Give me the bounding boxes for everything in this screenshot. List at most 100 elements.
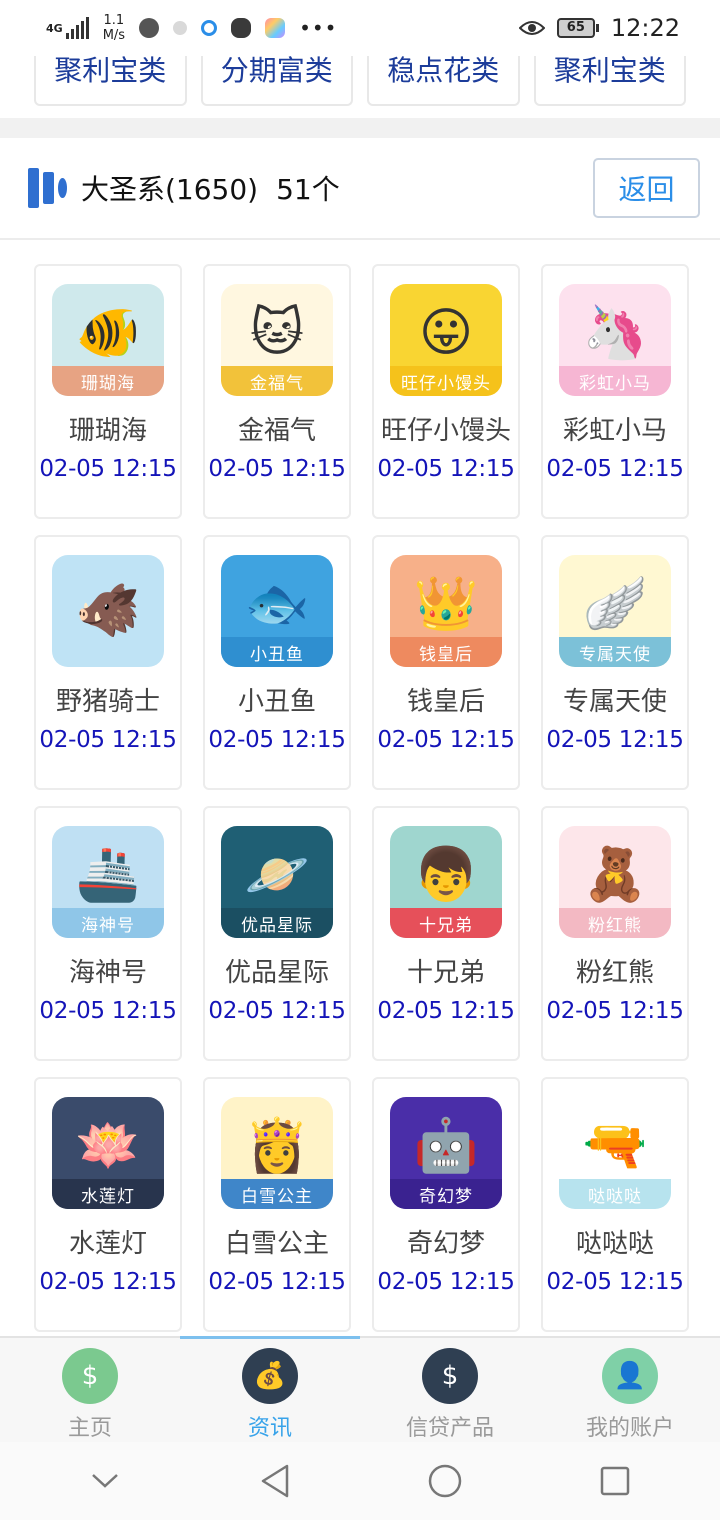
circle-home-icon xyxy=(428,1464,462,1498)
app-card[interactable]: 👸 白雪公主 白雪公主 02-05 12:15 xyxy=(203,1077,351,1332)
app-card[interactable]: 🧸 粉红熊 粉红熊 02-05 12:15 xyxy=(541,806,689,1061)
category-tab[interactable]: 稳点花类 xyxy=(367,56,520,106)
bottom-nav: $ 主页 💰 资讯 $ 信贷产品 👤 我的账户 xyxy=(0,1336,720,1442)
app-card[interactable]: 🐟 小丑鱼小丑鱼 02-05 12:15 xyxy=(203,535,351,790)
angel-wings-icon[interactable]: 🪽 专属天使 xyxy=(559,555,671,667)
category-tab[interactable]: 聚利宝类 xyxy=(34,56,187,106)
app-card[interactable]: 🤖 奇幻梦 奇幻梦 02-05 12:15 xyxy=(372,1077,520,1332)
crown-icon[interactable]: 👑 钱皇后 xyxy=(390,555,502,667)
user-avatar-icon: 👤 xyxy=(602,1348,658,1404)
app-timestamp: 02-05 12:15 xyxy=(208,727,346,753)
network-type: 4G xyxy=(46,21,63,35)
status-right: 65 12:22 xyxy=(518,14,680,42)
app-icon-glyph: 🐗 xyxy=(75,581,141,641)
battery-icon: 65 xyxy=(556,18,599,38)
app-icon-glyph: 👸 xyxy=(244,1116,310,1176)
speed-value: 1.1 xyxy=(103,13,125,28)
app-icon-glyph: 👦 xyxy=(413,845,479,905)
app-icon-ribbon: 钱皇后 xyxy=(390,637,502,667)
hog-rider-icon[interactable]: 🐗 xyxy=(52,555,164,667)
app-icon-glyph: 🪷 xyxy=(75,1116,141,1176)
app-icon-glyph: 🤖 xyxy=(413,1116,479,1176)
app-icon-glyph: 🚢 xyxy=(75,845,141,905)
app-card[interactable]: 🦄 彩虹小马 彩虹小马 02-05 12:15 xyxy=(541,264,689,519)
back-nav-button[interactable] xyxy=(240,1451,310,1511)
nav-item-1[interactable]: $ 主页 xyxy=(0,1338,180,1442)
app-timestamp: 02-05 12:15 xyxy=(377,727,515,753)
category-tab[interactable]: 聚利宝类 xyxy=(533,56,686,106)
brothers-icon[interactable]: 👦 十兄弟 xyxy=(390,826,502,938)
app-icon-glyph: 🐱 xyxy=(249,303,305,363)
app-timestamp: 02-05 12:15 xyxy=(39,456,177,482)
app-icon-ribbon: 哒哒哒 xyxy=(559,1179,671,1209)
nav-label: 资讯 xyxy=(247,1416,292,1441)
water-gun-boy-icon[interactable]: 🔫 哒哒哒 xyxy=(559,1097,671,1209)
app-icon-ribbon: 旺仔小馒头 xyxy=(390,366,502,396)
network-speed: 1.1 M/s xyxy=(103,13,125,43)
app-card[interactable]: 🪽 专属天使 专属天使 02-05 12:15 xyxy=(541,535,689,790)
planet-icon[interactable]: 🪐 优品星际 xyxy=(221,826,333,938)
app-name: 小丑鱼 xyxy=(237,687,316,717)
lotus-lamp-icon[interactable]: 🪷 水莲灯 xyxy=(52,1097,164,1209)
unicorn-icon[interactable]: 🦄 彩虹小马 xyxy=(559,284,671,396)
app-card[interactable]: 👑 钱皇后 钱皇后 02-05 12:15 xyxy=(372,535,520,790)
app-icon-ribbon: 海神号 xyxy=(52,908,164,938)
app-name: 钱皇后 xyxy=(406,687,485,717)
app-icon-glyph: 😛 xyxy=(418,303,474,363)
nav-item-4[interactable]: 👤 我的账户 xyxy=(540,1338,720,1442)
app-timestamp: 02-05 12:15 xyxy=(39,727,177,753)
app-card[interactable]: 🔫 哒哒哒 哒哒哒 02-05 12:15 xyxy=(541,1077,689,1332)
nav-item-2[interactable]: 💰 资讯 xyxy=(180,1336,360,1442)
app-timestamp: 02-05 12:15 xyxy=(546,456,684,482)
back-button[interactable]: 返回 xyxy=(593,158,700,218)
section-count: 51个 xyxy=(276,173,340,206)
system-nav-bar xyxy=(0,1442,720,1520)
app-name: 专属天使 xyxy=(562,687,667,717)
snow-white-icon[interactable]: 👸 白雪公主 xyxy=(221,1097,333,1209)
triangle-back-icon xyxy=(261,1464,289,1498)
lucky-cat-icon[interactable]: 🐱 金福气 xyxy=(221,284,333,396)
status-bar: 4G 1.1 M/s ••• 65 12:22 xyxy=(0,0,720,56)
wechat-icon xyxy=(231,18,252,38)
nav-label: 我的账户 xyxy=(585,1416,674,1441)
signal-bars-icon xyxy=(65,17,89,39)
recents-nav-button[interactable] xyxy=(580,1451,650,1511)
app-icon-ribbon: 水莲灯 xyxy=(52,1179,164,1209)
app-card[interactable]: 😛 旺仔小馒头 旺仔小馒头 02-05 12:15 xyxy=(372,264,520,519)
more-notifications-icon: ••• xyxy=(299,16,338,40)
clock: 12:22 xyxy=(610,14,680,42)
app-name: 奇幻梦 xyxy=(406,1229,485,1259)
app-icon-ribbon: 珊瑚海 xyxy=(52,366,164,396)
app-card[interactable]: 🪐 优品星际优品星际 02-05 12:15 xyxy=(203,806,351,1061)
app-timestamp: 02-05 12:15 xyxy=(39,1269,177,1295)
coral-sea-icon[interactable]: 🐠 珊瑚海 xyxy=(52,284,164,396)
app-name: 优品星际 xyxy=(224,958,329,988)
category-tabs: 聚利宝类 分期富类 稳点花类 聚利宝类 xyxy=(0,56,720,110)
app-card[interactable]: 🐱 金福气 金福气 02-05 12:15 xyxy=(203,264,351,519)
app-icon-glyph: 🪐 xyxy=(244,845,310,905)
cruise-ship-icon[interactable]: 🚢 海神号 xyxy=(52,826,164,938)
app-card[interactable]: 🪷 水莲灯 水莲灯 02-05 12:15 xyxy=(34,1077,182,1332)
pink-bear-icon[interactable]: 🧸 粉红熊 xyxy=(559,826,671,938)
wangzai-icon[interactable]: 😛 旺仔小馒头 xyxy=(390,284,502,396)
nav-item-3[interactable]: $ 信贷产品 xyxy=(360,1338,540,1442)
app-card[interactable]: 🚢 海神号 海神号 02-05 12:15 xyxy=(34,806,182,1061)
robot-icon[interactable]: 🤖 奇幻梦 xyxy=(390,1097,502,1209)
clownfish-icon[interactable]: 🐟 小丑鱼 xyxy=(221,555,333,667)
app-card[interactable]: 👦 十兄弟 十兄弟 02-05 12:15 xyxy=(372,806,520,1061)
home-nav-button[interactable] xyxy=(410,1451,480,1511)
app-icon-ribbon: 专属天使 xyxy=(559,637,671,667)
app-card[interactable]: 🐗 野猪骑士 02-05 12:15 xyxy=(34,535,182,790)
signal-indicator: 4G xyxy=(46,17,89,39)
app-card[interactable]: 🐠 珊瑚海 珊瑚海 02-05 12:15 xyxy=(34,264,182,519)
collapse-button[interactable] xyxy=(70,1451,140,1511)
app-timestamp: 02-05 12:15 xyxy=(208,998,346,1024)
category-tab[interactable]: 分期富类 xyxy=(200,56,353,106)
app-timestamp: 02-05 12:15 xyxy=(546,727,684,753)
status-left: 4G 1.1 M/s ••• xyxy=(46,13,337,43)
app-icon-ribbon: 十兄弟 xyxy=(390,908,502,938)
app-name: 金福气 xyxy=(237,416,316,446)
money-sack-icon: $ xyxy=(422,1348,478,1404)
app-name: 海神号 xyxy=(68,958,147,988)
nav-label: 主页 xyxy=(67,1416,112,1441)
